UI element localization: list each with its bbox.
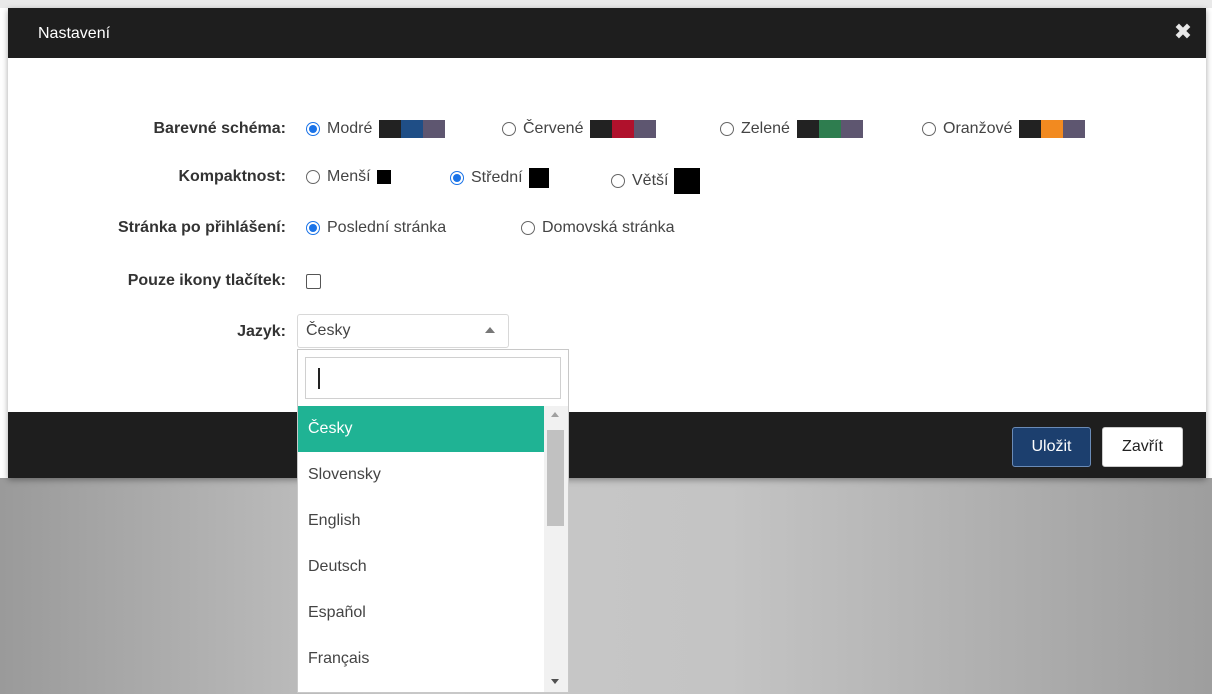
option-label: Střední (471, 169, 523, 186)
save-button[interactable]: Uložit (1012, 427, 1091, 467)
size-preview-large (674, 168, 701, 194)
color-scheme-option-green[interactable]: Zelené (720, 120, 863, 138)
language-label: Jazyk: (237, 323, 286, 340)
language-option[interactable]: Français (298, 636, 544, 682)
radio-button[interactable] (306, 170, 320, 184)
radio-button[interactable] (521, 221, 535, 235)
option-label: Větší (632, 172, 669, 189)
radio-button[interactable] (611, 174, 625, 188)
language-options-list: Česky Slovensky English Deutsch Español … (298, 406, 544, 692)
size-preview-medium (528, 168, 549, 188)
language-select[interactable]: Česky (297, 314, 509, 348)
language-select-value: Česky (306, 322, 351, 339)
color-scheme-option-orange[interactable]: Oranžové (922, 120, 1086, 138)
compactness-option-large[interactable]: Větší (611, 168, 701, 194)
dialog-footer: Uložit Zavřít (8, 412, 1206, 478)
radio-button-selected[interactable] (306, 122, 320, 136)
scroll-up-arrow-icon[interactable] (551, 412, 559, 417)
caret-up-icon (485, 327, 495, 333)
landing-page-label: Stránka po přihlášení: (117, 219, 286, 236)
option-label: Červené (523, 120, 584, 137)
close-button[interactable]: Zavřít (1102, 427, 1183, 467)
option-label: Oranžové (943, 120, 1013, 137)
scroll-down-arrow-icon[interactable] (551, 679, 559, 684)
compactness-option-medium[interactable]: Střední (450, 168, 549, 188)
window-top-strip (0, 0, 1212, 8)
landing-option-home-page[interactable]: Domovská stránka (521, 219, 675, 237)
radio-button-selected[interactable] (450, 171, 464, 185)
dialog-header: Nastavení ✖ (8, 8, 1206, 58)
compactness-option-small[interactable]: Menší (306, 168, 391, 186)
settings-dialog: Nastavení ✖ Barevné schéma: Modré Červen… (8, 8, 1206, 478)
page-backdrop (0, 478, 1212, 694)
color-scheme-option-red[interactable]: Červené (502, 120, 657, 138)
color-swatch-red (590, 120, 657, 138)
icons-only-checkbox[interactable] (306, 274, 321, 289)
icons-only-label: Pouze ikony tlačítek: (127, 272, 286, 289)
radio-button-selected[interactable] (306, 221, 320, 235)
radio-button[interactable] (502, 122, 516, 136)
size-preview-small (376, 170, 391, 184)
close-x-icon[interactable]: ✖ (1172, 21, 1194, 43)
option-label: Modré (327, 120, 373, 137)
scrollbar-thumb[interactable] (547, 430, 564, 526)
language-option[interactable]: Deutsch (298, 544, 544, 590)
option-label: Poslední stránka (327, 219, 447, 236)
language-option[interactable]: Česky (298, 406, 544, 452)
color-swatch-orange (1019, 120, 1086, 138)
dialog-title: Nastavení (38, 25, 111, 42)
dropdown-scrollbar[interactable] (544, 406, 568, 692)
color-scheme-row: Barevné schéma: Modré Červené Zelené Ora (8, 114, 1206, 144)
language-row: Jazyk: Česky (8, 314, 1206, 348)
compactness-row: Kompaktnost: Menší Střední Větší (8, 162, 1206, 194)
color-scheme-option-blue[interactable]: Modré (306, 120, 446, 138)
language-option[interactable]: Slovensky (298, 452, 544, 498)
option-label: Domovská stránka (542, 219, 675, 236)
landing-option-last-page[interactable]: Poslední stránka (306, 219, 446, 237)
radio-button[interactable] (922, 122, 936, 136)
color-swatch-green (796, 120, 863, 138)
text-cursor (318, 368, 320, 389)
option-label: Menší (327, 168, 371, 185)
option-label: Zelené (741, 120, 790, 137)
language-dropdown: Česky Slovensky English Deutsch Español … (297, 349, 569, 693)
landing-page-row: Stránka po přihlášení: Poslední stránka … (8, 213, 1206, 243)
color-swatch-blue (379, 120, 446, 138)
icons-only-row: Pouze ikony tlačítek: (8, 266, 1206, 296)
language-search-input[interactable] (305, 357, 561, 399)
color-scheme-label: Barevné schéma: (153, 120, 286, 137)
language-option[interactable]: Español (298, 590, 544, 636)
radio-button[interactable] (720, 122, 734, 136)
compactness-label: Kompaktnost: (178, 168, 286, 185)
language-option[interactable]: English (298, 498, 544, 544)
